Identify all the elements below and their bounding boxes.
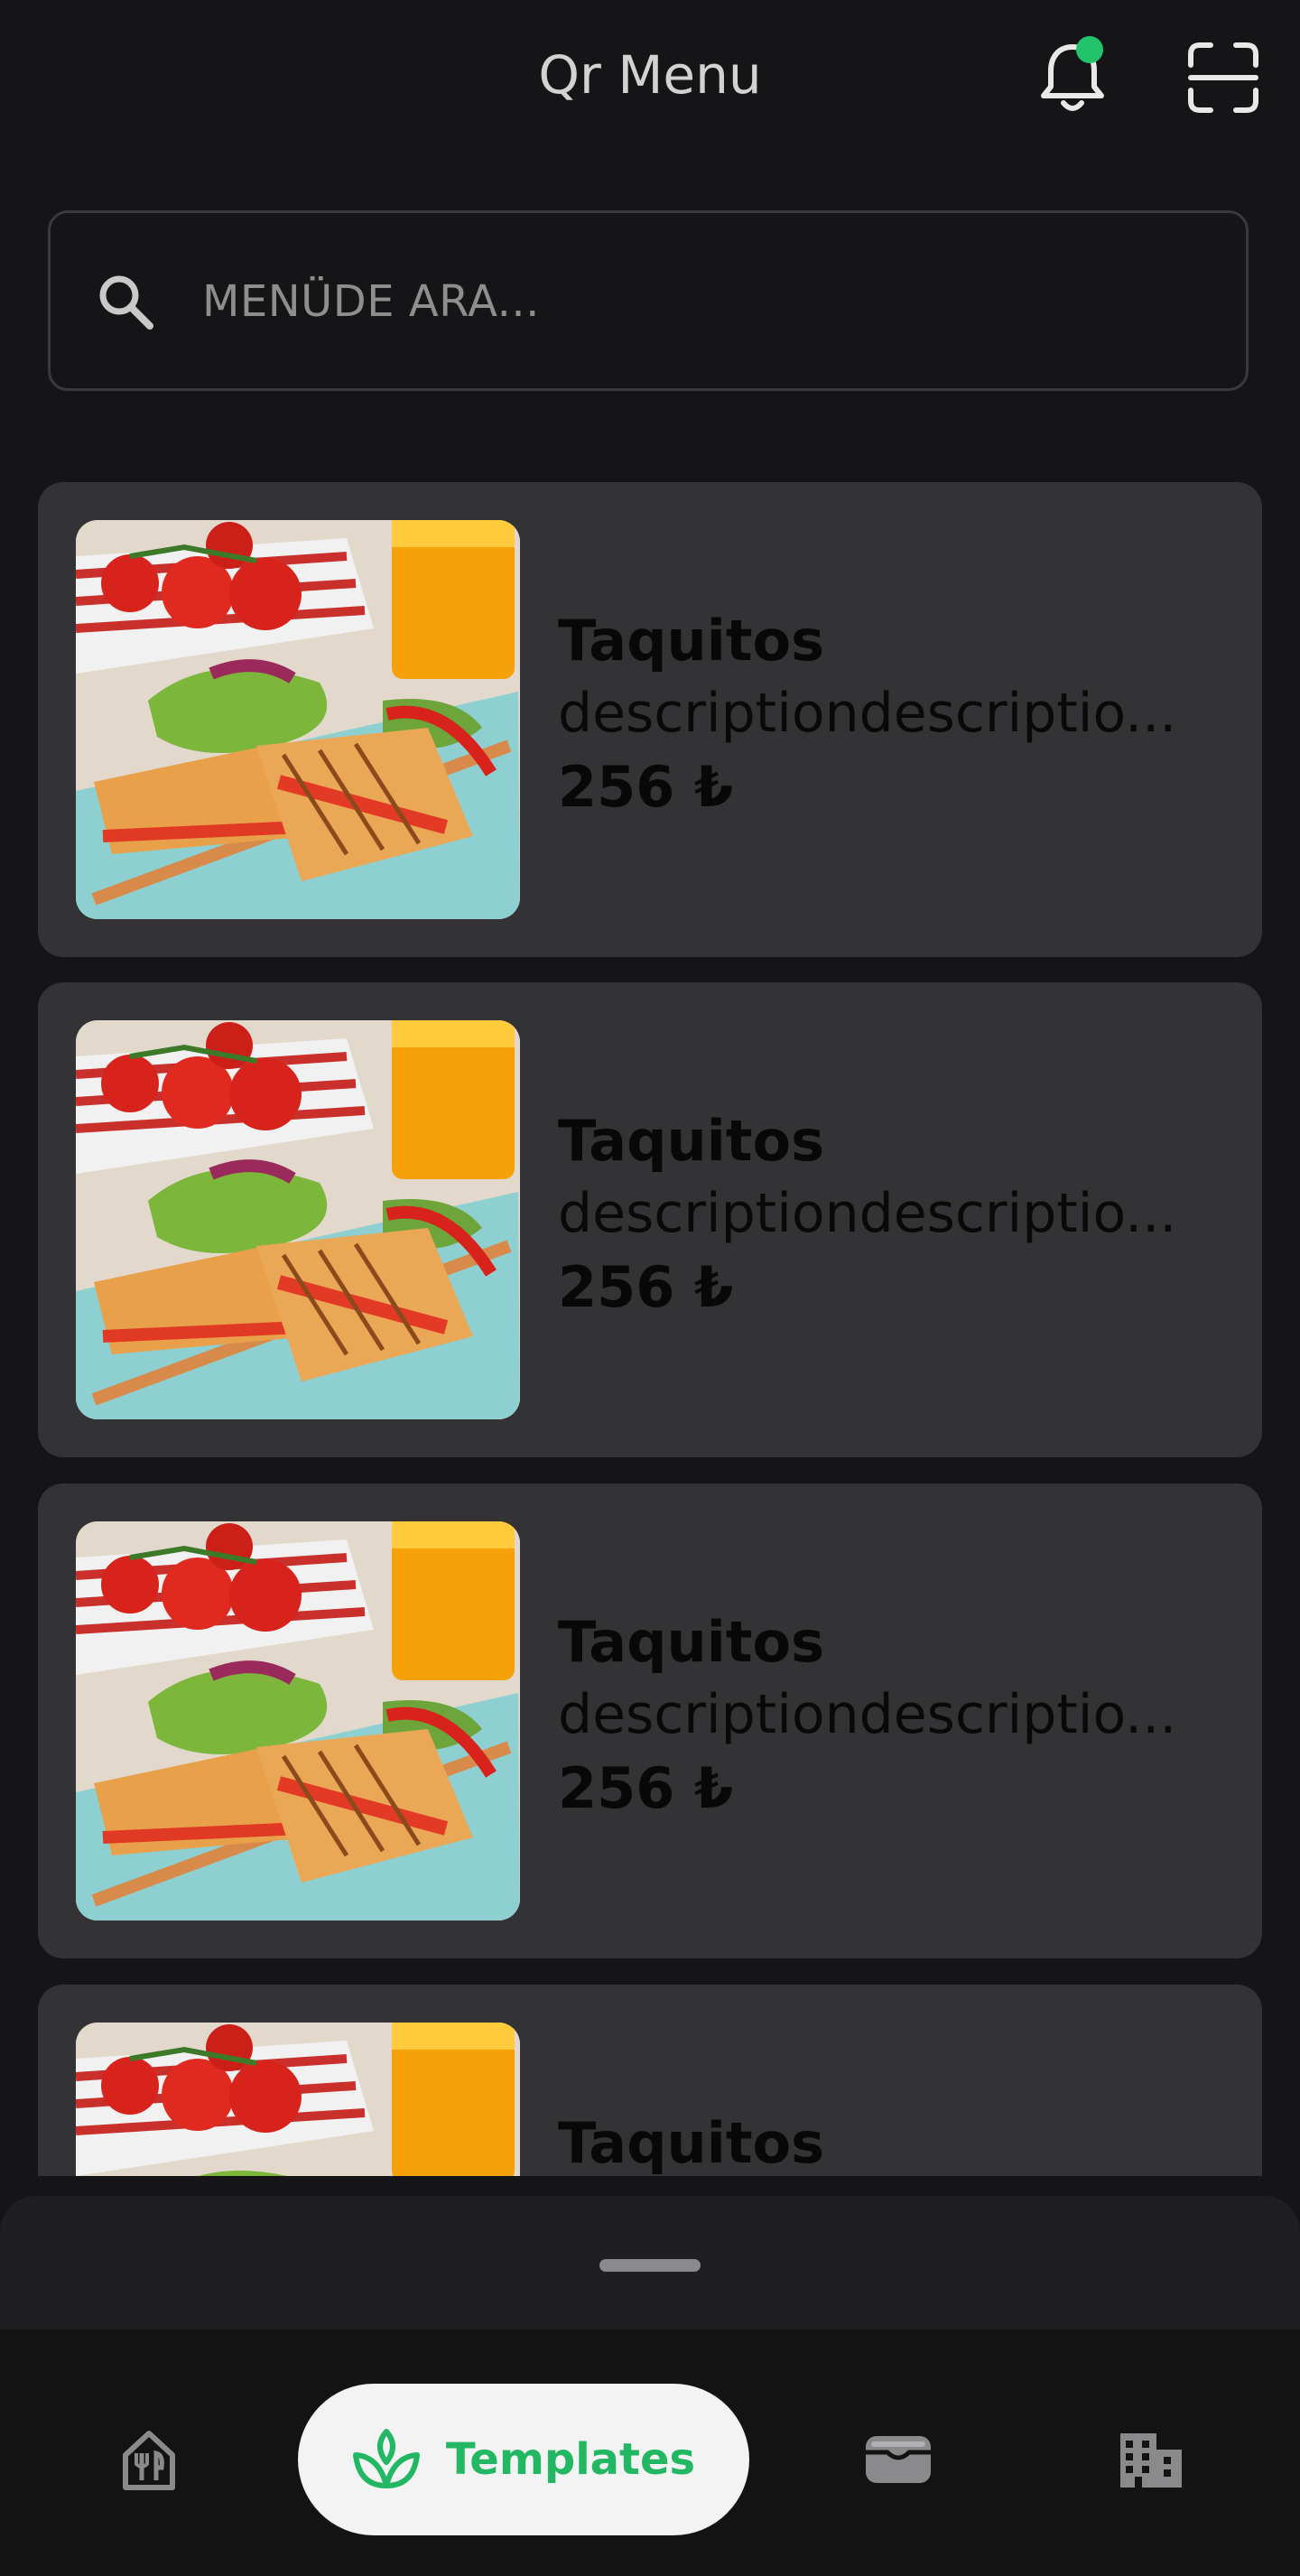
menu-item-description: descriptiondescriptio... <box>558 1683 1177 1746</box>
search-input[interactable] <box>200 260 1197 343</box>
qr-scan-button[interactable] <box>1178 33 1268 123</box>
app-header: Qr Menu <box>0 0 1300 153</box>
menu-item-price: 256 ₺ <box>558 1254 734 1320</box>
menu-item-card[interactable]: Taquitos descriptiondescriptio... 256 ₺ <box>38 1483 1262 1958</box>
wallet-icon <box>866 2436 931 2483</box>
menu-item-description: descriptiondescriptio... <box>558 1182 1177 1245</box>
nav-item-restaurant[interactable] <box>99 2384 199 2535</box>
menu-item-name: Taquitos <box>558 2110 825 2176</box>
menu-item-description: descriptiondescriptio... <box>558 682 1177 745</box>
qr-scan-icon <box>1188 42 1258 113</box>
notifications-button[interactable] <box>1027 33 1118 123</box>
menu-item-name: Taquitos <box>558 1609 825 1675</box>
menu-item-price: 256 ₺ <box>558 754 734 820</box>
bottom-navigation: Templates <box>0 2330 1300 2576</box>
search-bar[interactable] <box>48 210 1249 391</box>
building-icon <box>1120 2433 1182 2488</box>
notification-dot <box>1076 36 1103 63</box>
menu-item-image <box>76 1521 520 1920</box>
bottom-sheet <box>0 2196 1300 2331</box>
menu-item-image <box>76 520 520 919</box>
menu-item-image <box>76 2023 520 2176</box>
menu-item-image <box>76 1020 520 1419</box>
nav-item-building[interactable] <box>1101 2384 1201 2535</box>
restaurant-icon <box>123 2431 175 2490</box>
sprout-icon <box>352 2429 420 2488</box>
sheet-drag-handle[interactable] <box>599 2259 701 2272</box>
menu-item-card[interactable]: Taquitos descriptiondescriptio... 256 ₺ <box>38 482 1262 957</box>
search-icon <box>99 275 153 330</box>
menu-item-price: 256 ₺ <box>558 1755 734 1821</box>
nav-item-label: Templates <box>445 2434 696 2485</box>
menu-item-card[interactable]: Taquitos <box>38 1985 1262 2176</box>
menu-item-name: Taquitos <box>558 608 825 674</box>
nav-item-wallet[interactable] <box>849 2384 948 2535</box>
menu-item-card[interactable]: Taquitos descriptiondescriptio... 256 ₺ <box>38 982 1262 1457</box>
nav-item-templates[interactable]: Templates <box>298 2384 749 2535</box>
menu-item-name: Taquitos <box>558 1108 825 1174</box>
